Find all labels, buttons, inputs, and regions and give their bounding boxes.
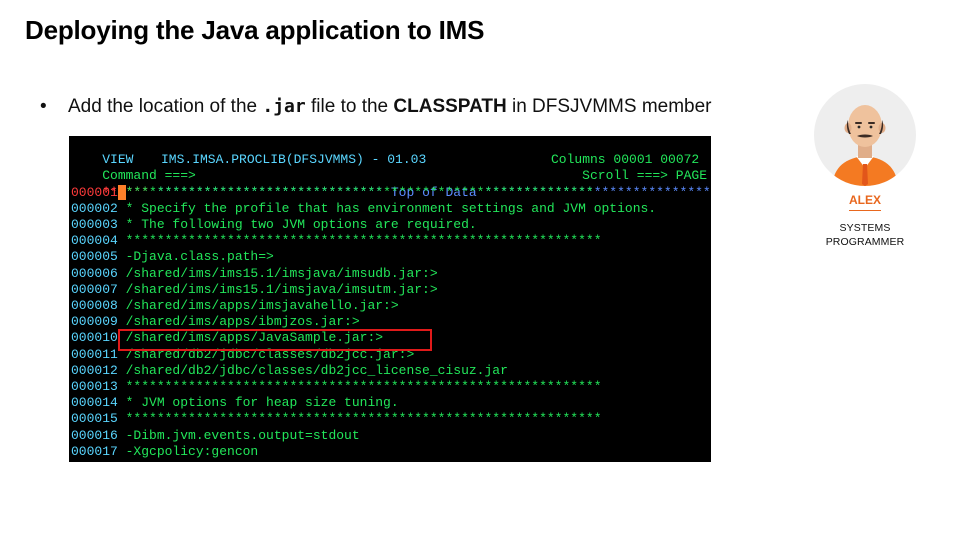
line-number[interactable]: 000012 <box>71 363 118 378</box>
line-text[interactable]: /shared/db2/jdbc/classes/db2jcc_license_… <box>118 363 508 378</box>
terminal-header-row: VIEW IMS.IMSA.PROCLIB(DFSJVMMS) - 01.03 Co… <box>71 136 699 167</box>
code-line[interactable]: 000013 *********************************… <box>71 379 602 395</box>
line-number[interactable]: 000001 <box>71 185 118 200</box>
code-line[interactable]: 000015 *********************************… <box>71 411 602 427</box>
bullet-text-before: Add the location of the <box>68 96 263 117</box>
bullet-classpath: CLASSPATH <box>393 96 507 117</box>
line-text[interactable]: ****************************************… <box>118 411 602 426</box>
persona-role-line2: PROGRAMMER <box>825 236 905 248</box>
line-number[interactable]: 000005 <box>71 249 118 264</box>
line-text[interactable]: /shared/ims/apps/ibmjzos.jar:> <box>118 314 360 329</box>
code-line[interactable]: 000009 /shared/ims/apps/ibmjzos.jar:> <box>71 314 360 330</box>
code-line[interactable]: 000016 -Dibm.jvm.events.output=stdout <box>71 428 360 444</box>
text-cursor <box>117 184 126 200</box>
line-text[interactable]: ****************************************… <box>118 379 602 394</box>
code-line[interactable]: 000012 /shared/db2/jdbc/classes/db2jcc_l… <box>71 363 508 379</box>
line-text[interactable]: ****************************************… <box>118 233 602 248</box>
code-line[interactable]: 000001 *********************************… <box>71 184 594 201</box>
code-line[interactable]: 000014 * JVM options for heap size tunin… <box>71 395 399 411</box>
bullet-code-jar: .jar <box>262 96 306 117</box>
line-text[interactable]: -Djava.class.path=> <box>118 249 274 264</box>
line-text[interactable]: /shared/ims/apps/imsjavahello.jar:> <box>118 298 399 313</box>
persona-card: ALEX SYSTEMS PROGRAMMER <box>813 84 917 249</box>
code-line[interactable]: 000017 -Xgcpolicy:gencon <box>71 444 258 460</box>
line-text[interactable]: /shared/ims/ims15.1/imsjava/imsutm.jar:> <box>118 282 438 297</box>
code-line[interactable]: 000006 /shared/ims/ims15.1/imsjava/imsud… <box>71 266 438 282</box>
line-number[interactable]: 000006 <box>71 266 118 281</box>
code-line[interactable]: 000008 /shared/ims/apps/imsjavahello.jar… <box>71 298 399 314</box>
persona-divider <box>849 210 881 211</box>
bullet-point: • Add the location of the .jar file to th… <box>40 96 712 118</box>
line-number[interactable]: 000013 <box>71 379 118 394</box>
line-number[interactable]: 000008 <box>71 298 118 313</box>
code-line[interactable]: 000005 -Djava.class.path=> <box>71 249 274 265</box>
line-number[interactable]: 000010 <box>71 330 118 345</box>
bullet-text-after: in DFSJVMMS member <box>506 96 712 117</box>
code-line[interactable]: 000002 * Specify the profile that has en… <box>71 201 656 217</box>
line-text[interactable]: * The following two JVM options are requ… <box>118 217 477 232</box>
bullet-marker: • <box>40 96 47 117</box>
persona-role-line1: SYSTEMS <box>839 222 891 234</box>
persona-name: ALEX <box>848 193 881 207</box>
line-number[interactable]: 000011 <box>71 347 118 362</box>
command-row[interactable]: Command ===> Scroll ===> PAGE <box>71 152 707 183</box>
code-line[interactable]: 000004 *********************************… <box>71 233 602 249</box>
line-number[interactable]: 000016 <box>71 428 118 443</box>
slide-title: Deploying the Java application to IMS <box>25 15 485 45</box>
line-number[interactable]: 000002 <box>71 201 118 216</box>
line-number[interactable]: 000004 <box>71 233 118 248</box>
line-number[interactable]: 000007 <box>71 282 118 297</box>
code-line[interactable]: 000007 /shared/ims/ims15.1/imsjava/imsut… <box>71 282 438 298</box>
line-text[interactable]: -Xgcpolicy:gencon <box>118 444 259 459</box>
line-number[interactable]: 000003 <box>71 217 118 232</box>
line-number[interactable]: 000017 <box>71 444 118 459</box>
line-text[interactable]: * JVM options for heap size tuning. <box>118 395 399 410</box>
line-text[interactable]: * Specify the profile that has environme… <box>118 201 657 216</box>
line-text[interactable]: -Dibm.jvm.events.output=stdout <box>118 428 360 443</box>
classpath-highlight-box <box>118 329 432 351</box>
top-of-data-row: ****** ***************************** Top… <box>71 168 711 200</box>
persona-role: SYSTEMS PROGRAMMER <box>813 221 917 249</box>
line-number[interactable]: 000009 <box>71 314 118 329</box>
line-number[interactable]: 000015 <box>71 411 118 426</box>
code-line[interactable]: 000003 * The following two JVM options a… <box>71 217 477 233</box>
bullet-text-middle: file to the <box>305 96 394 117</box>
ispf-editor-screen: VIEW IMS.IMSA.PROCLIB(DFSJVMMS) - 01.03 Co… <box>69 136 711 462</box>
line-number[interactable]: 000014 <box>71 395 118 410</box>
line-text[interactable]: ****************************************… <box>126 185 594 200</box>
line-text[interactable]: /shared/ims/ims15.1/imsjava/imsudb.jar:> <box>118 266 438 281</box>
person-avatar-icon <box>814 84 916 186</box>
